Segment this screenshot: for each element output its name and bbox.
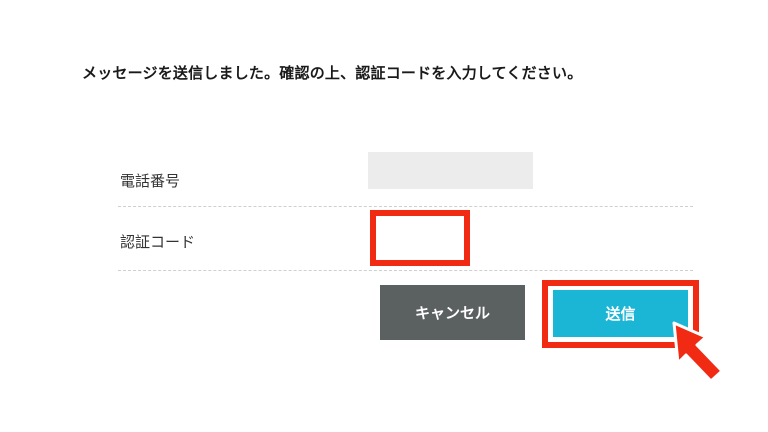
code-row: 認証コード [118,207,693,271]
phone-row: 電話番号 [118,150,693,207]
phone-label: 電話番号 [120,172,181,190]
phone-field[interactable] [368,152,533,189]
verification-code-input[interactable] [370,210,470,266]
code-label: 認証コード [120,233,196,251]
instruction-message: メッセージを送信しました。確認の上、認証コードを入力してください。 [82,64,583,82]
cancel-button[interactable]: キャンセル [380,285,525,340]
pointer-arrow-icon [672,321,724,383]
